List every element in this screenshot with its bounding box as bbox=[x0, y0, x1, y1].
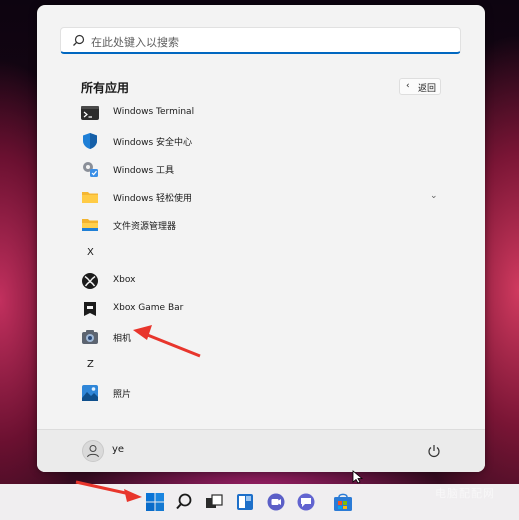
xbox-icon bbox=[82, 273, 98, 289]
all-apps-title: 所有应用 bbox=[81, 81, 130, 95]
widgets-icon[interactable] bbox=[234, 491, 256, 513]
start-menu: 在此处键入以搜索 所有应用 ‹ 返回 Windows Terminal Wind… bbox=[37, 5, 485, 472]
letter-header-z[interactable]: Z bbox=[73, 351, 113, 379]
app-item-windows-terminal[interactable]: Windows Terminal bbox=[73, 99, 447, 127]
search-icon[interactable] bbox=[173, 491, 195, 513]
tools-gear-icon bbox=[83, 162, 98, 177]
search-box[interactable]: 在此处键入以搜索 bbox=[60, 27, 461, 54]
power-icon[interactable] bbox=[427, 444, 441, 458]
watermark: 电脑配配网 bbox=[435, 487, 495, 500]
search-input[interactable]: 在此处键入以搜索 bbox=[91, 34, 179, 50]
app-item-label: Windows 工具 bbox=[113, 166, 175, 176]
windows-start-icon[interactable] bbox=[144, 491, 166, 513]
xbox-game-bar-icon bbox=[84, 302, 96, 316]
photos-icon bbox=[82, 385, 98, 401]
chat-icon[interactable] bbox=[265, 491, 287, 513]
chevron-down-icon[interactable]: ⌄ bbox=[430, 191, 438, 201]
back-button[interactable]: ‹ 返回 bbox=[399, 78, 441, 95]
app-item-camera[interactable]: 相机 bbox=[73, 323, 447, 351]
avatar[interactable] bbox=[82, 440, 104, 462]
app-item-photos[interactable]: 照片 bbox=[73, 379, 447, 407]
letter-label: Z bbox=[87, 359, 94, 370]
task-view-icon[interactable] bbox=[203, 491, 225, 513]
app-item-label: 文件资源管理器 bbox=[113, 222, 177, 232]
store-icon[interactable] bbox=[332, 491, 354, 513]
app-item-label: Windows 轻松使用 bbox=[113, 194, 193, 204]
app-item-xbox[interactable]: Xbox bbox=[73, 267, 447, 295]
letter-label: X bbox=[87, 247, 94, 258]
user-name[interactable]: ye bbox=[112, 444, 124, 455]
camera-icon bbox=[82, 330, 98, 344]
app-item-file-explorer[interactable]: 文件资源管理器 bbox=[73, 211, 447, 239]
search-icon bbox=[73, 34, 85, 46]
app-item-xbox-game-bar[interactable]: Xbox Game Bar bbox=[73, 295, 447, 323]
app-item-label: Windows 安全中心 bbox=[113, 138, 193, 148]
letter-header-x[interactable]: X bbox=[73, 239, 113, 267]
app-item-windows-security[interactable]: Windows 安全中心 bbox=[73, 127, 447, 155]
chevron-left-icon: ‹ bbox=[406, 81, 410, 91]
file-explorer-icon bbox=[82, 219, 98, 231]
terminal-icon bbox=[81, 106, 99, 120]
app-item-label: Xbox Game Bar bbox=[113, 303, 184, 313]
user-icon bbox=[87, 445, 99, 458]
mouse-cursor-icon bbox=[352, 470, 363, 484]
app-item-windows-tools[interactable]: Windows 工具 bbox=[73, 155, 447, 183]
start-menu-footer: ye bbox=[37, 429, 485, 472]
chat-icon-2[interactable] bbox=[295, 491, 317, 513]
folder-icon bbox=[82, 192, 98, 203]
app-item-label: 照片 bbox=[113, 390, 132, 400]
app-item-label: 相机 bbox=[113, 334, 132, 344]
shield-icon bbox=[83, 133, 97, 149]
back-button-label: 返回 bbox=[418, 84, 437, 94]
folder-item-windows-ease-of-access[interactable]: Windows 轻松使用 ⌄ bbox=[73, 183, 447, 211]
app-item-label: Windows Terminal bbox=[113, 107, 195, 117]
app-item-label: Xbox bbox=[113, 275, 136, 285]
